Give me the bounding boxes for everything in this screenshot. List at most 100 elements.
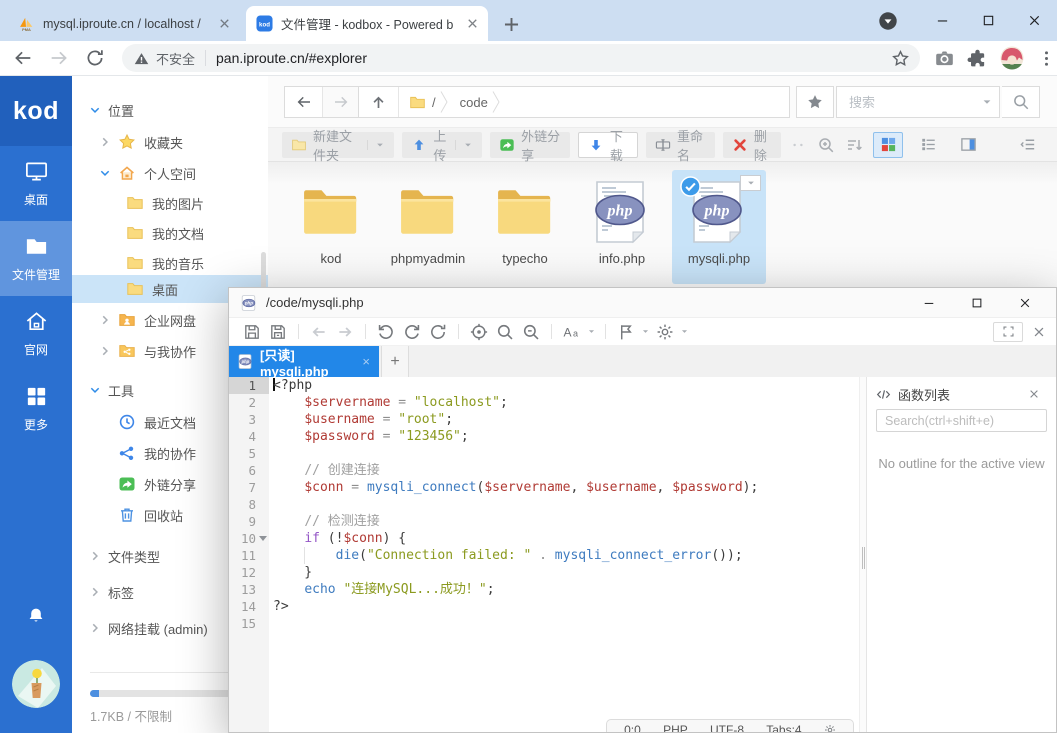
editor-close-icon[interactable] — [1019, 297, 1031, 309]
chevron-right-icon[interactable] — [88, 549, 102, 563]
chevron-right-icon[interactable] — [88, 585, 102, 599]
editor-fullscreen-button[interactable] — [993, 322, 1023, 342]
view-column-button[interactable] — [953, 132, 983, 158]
panel-splitter[interactable] — [859, 377, 867, 732]
tree-item-favorites[interactable]: 收藏夹 — [72, 128, 268, 156]
chevron-down-icon[interactable] — [88, 103, 102, 117]
screenshot-camera-icon[interactable] — [934, 48, 955, 69]
code-line-12[interactable]: 12 } — [229, 564, 859, 581]
new-tab-button[interactable] — [502, 15, 521, 34]
file-menu-caret[interactable] — [740, 175, 761, 191]
caret-down-icon[interactable] — [455, 140, 473, 150]
omnibox[interactable]: 不安全 pan.iproute.cn/#explorer — [122, 44, 920, 72]
nav-back-button[interactable] — [285, 87, 322, 117]
fold-arrow-icon[interactable] — [259, 536, 267, 541]
chevron-right-icon[interactable] — [98, 313, 112, 327]
search-replace-icon[interactable] — [522, 323, 540, 341]
tab-close-icon[interactable] — [217, 16, 232, 31]
code-line-15[interactable]: 15 — [229, 615, 859, 632]
extensions-puzzle-icon[interactable] — [967, 48, 988, 69]
outline-search-box[interactable] — [876, 409, 1047, 432]
browser-tab-kodbox[interactable]: kod 文件管理 - kodbox - Powered b — [246, 6, 488, 41]
editor-tab-mysqli[interactable]: php [只读] mysqli.php × — [229, 346, 379, 377]
download-button[interactable]: 下载 — [578, 132, 638, 158]
file-tile-phpmyadmin[interactable]: phpmyadmin — [381, 170, 475, 284]
code-area[interactable]: 1<?php2 $servername = "localhost";3 $use… — [229, 377, 859, 732]
caret-down-icon[interactable] — [641, 327, 650, 336]
search-box[interactable] — [836, 86, 1000, 118]
goto-line-icon[interactable] — [470, 323, 488, 341]
editor-title-bar[interactable]: php /code/mysqli.php — [229, 288, 1056, 318]
search-icon[interactable] — [496, 323, 514, 341]
editor-maximize-icon[interactable] — [971, 297, 983, 309]
tree-item-my-documents[interactable]: 我的文档 — [72, 219, 268, 247]
delete-button[interactable]: 删除 — [723, 132, 781, 158]
status-item[interactable]: 0:0 — [624, 723, 641, 733]
window-maximize-button[interactable] — [965, 0, 1011, 41]
code-line-8[interactable]: 8 — [229, 496, 859, 513]
code-line-4[interactable]: 4 $password = "123456"; — [229, 428, 859, 445]
chevron-down-icon[interactable] — [98, 166, 112, 180]
selected-check-icon[interactable] — [680, 176, 701, 197]
back-icon[interactable] — [12, 47, 34, 69]
editor-panel-close-icon[interactable] — [1032, 325, 1046, 339]
file-tile-mysqli.php[interactable]: phpmysqli.php — [672, 170, 766, 284]
refresh-icon[interactable] — [429, 323, 447, 341]
not-secure-warning-icon[interactable] — [134, 51, 149, 66]
code-line-13[interactable]: 13 echo "连接MySQL...成功！"; — [229, 581, 859, 598]
status-item[interactable]: Tabs:4 — [766, 723, 801, 733]
search-caret-icon[interactable] — [981, 96, 993, 108]
code-line-11[interactable]: 11 die("Connection failed: " . mysqli_co… — [229, 547, 859, 564]
browser-tab-phpmyadmin[interactable]: PMA mysql.iproute.cn / localhost / — [8, 6, 240, 41]
window-minimize-button[interactable] — [919, 0, 965, 41]
code-line-2[interactable]: 2 $servername = "localhost"; — [229, 394, 859, 411]
browser-menu-icon[interactable] — [1036, 48, 1057, 69]
search-button[interactable] — [1002, 86, 1040, 118]
format-tools-icon[interactable] — [617, 323, 635, 341]
tab-close-icon[interactable] — [465, 16, 480, 31]
rail-item-website[interactable]: 官网 — [0, 296, 72, 371]
new-folder-button[interactable]: 新建文件夹 — [282, 132, 394, 158]
chevron-right-icon[interactable] — [98, 135, 112, 149]
code-line-5[interactable]: 5 — [229, 445, 859, 462]
share-button[interactable]: 外链分享 — [490, 132, 570, 158]
caret-down-icon[interactable] — [680, 327, 689, 336]
favorite-path-button[interactable] — [796, 86, 834, 118]
code-line-9[interactable]: 9 // 检测连接 — [229, 513, 859, 530]
search-input[interactable] — [847, 94, 981, 111]
editor-new-tab-button[interactable]: + — [381, 346, 409, 377]
bookmark-star-icon[interactable] — [891, 49, 910, 68]
outline-close-icon[interactable] — [1028, 388, 1040, 400]
tree-item-location[interactable]: 位置 — [72, 96, 268, 124]
outline-search-input[interactable] — [883, 413, 1040, 429]
editor-status-bar[interactable]: 0:0PHPUTF-8Tabs:4 — [606, 719, 854, 733]
panel-toggle-button[interactable] — [1013, 132, 1043, 158]
undo-icon[interactable] — [377, 323, 395, 341]
settings-gear-icon[interactable] — [824, 724, 836, 733]
file-tile-typecho[interactable]: typecho — [478, 170, 572, 284]
status-item[interactable]: UTF-8 — [710, 723, 744, 733]
zoom-icon[interactable] — [817, 136, 835, 154]
more-icon[interactable] — [789, 136, 807, 154]
forward-icon[interactable] — [48, 47, 70, 69]
view-list-button[interactable] — [913, 132, 943, 158]
file-tile-kod[interactable]: kod — [284, 170, 378, 284]
code-line-1[interactable]: 1<?php — [229, 377, 859, 394]
tree-item-my-pictures[interactable]: 我的图片 — [72, 189, 268, 217]
up-button[interactable] — [359, 87, 399, 117]
breadcrumb-folder[interactable]: code — [450, 95, 490, 110]
upload-button[interactable]: 上传 — [402, 132, 482, 158]
caret-down-icon[interactable] — [587, 327, 596, 336]
breadcrumb[interactable]: / code — [358, 86, 790, 118]
code-line-6[interactable]: 6 // 创建连接 — [229, 462, 859, 479]
file-tile-info.php[interactable]: phpinfo.php — [575, 170, 669, 284]
chevron-down-icon[interactable] — [88, 383, 102, 397]
sort-icon[interactable] — [845, 136, 863, 154]
tree-item-my-music[interactable]: 我的音乐 — [72, 249, 268, 277]
settings-icon[interactable] — [656, 323, 674, 341]
save-all-icon[interactable] — [269, 323, 287, 341]
redo-icon[interactable] — [403, 323, 421, 341]
code-line-7[interactable]: 7 $conn = mysqli_connect($servername, $u… — [229, 479, 859, 496]
nav-forward-button[interactable] — [322, 87, 359, 117]
notification-bell-icon[interactable] — [26, 606, 46, 626]
